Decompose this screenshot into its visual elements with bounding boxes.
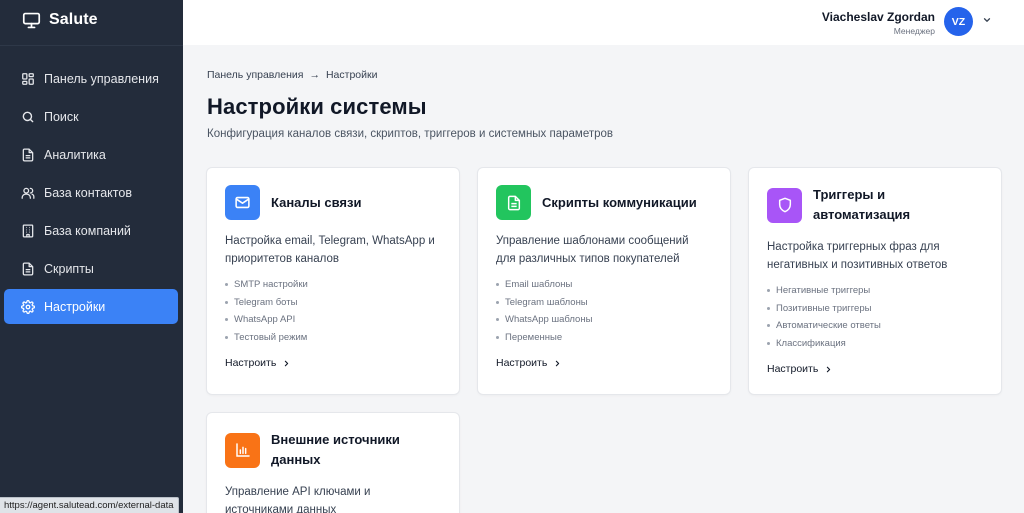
card-description-line: приоритетов каналов xyxy=(225,253,340,265)
feature-list: Негативные триггеры Позитивные триггеры … xyxy=(767,282,881,352)
configure-label: Настроить xyxy=(767,363,819,375)
card-title-line: данных xyxy=(271,452,321,467)
card-icon-box xyxy=(496,185,531,220)
chevron-right-icon xyxy=(285,360,289,366)
bar-chart-icon xyxy=(235,443,250,457)
feature-item: Тестовый режим xyxy=(225,329,308,347)
dashboard-grid-icon xyxy=(22,72,34,85)
feature-item: Автоматические ответы xyxy=(767,317,881,335)
sidebar-item-label: Аналитика xyxy=(44,147,106,162)
card-title-line: Внешние источники xyxy=(271,432,400,447)
configure-link[interactable]: Настроить xyxy=(225,357,291,369)
configure-label: Настроить xyxy=(496,357,548,369)
feature-item: Telegram боты xyxy=(225,294,308,312)
configure-link[interactable]: Настроить xyxy=(496,357,562,369)
breadcrumb-current: Настройки xyxy=(325,69,378,81)
chevron-right-icon xyxy=(827,366,831,372)
card-scripts: Скрипты коммуникации Управление шаблонам… xyxy=(477,167,731,395)
card-description: Управление API ключами и источниками дан… xyxy=(225,483,370,513)
card-title: Внешние источники данных xyxy=(271,430,400,470)
users-icon xyxy=(21,187,35,199)
sidebar-item-search[interactable]: Поиск xyxy=(4,99,178,134)
card-description-line: Управление API ключами и xyxy=(225,486,371,498)
chevron-down-icon[interactable] xyxy=(982,15,992,25)
user-name[interactable]: Viacheslav Zgordan xyxy=(822,10,935,24)
card-title: Каналы связи xyxy=(271,194,362,210)
search-icon xyxy=(22,111,34,122)
page-title: Настройки системы xyxy=(207,94,427,119)
card-description-line: Настройка триггерных фраз для xyxy=(767,241,940,253)
card-title-line: Триггеры и xyxy=(813,187,886,202)
card-title: Скрипты коммуникации xyxy=(542,194,697,210)
feature-item: Позитивные триггеры xyxy=(767,300,881,318)
user-role: Менеджер xyxy=(893,26,935,36)
breadcrumb-parent[interactable]: Панель управления xyxy=(207,69,303,81)
chevron-right-icon xyxy=(556,360,560,366)
card-description-line: негативных и позитивных ответов xyxy=(767,259,948,271)
sidebar-item-settings[interactable]: Настройки xyxy=(4,289,178,324)
sidebar-item-label: База компаний xyxy=(44,223,131,238)
sidebar-item-label: База контактов xyxy=(44,185,132,200)
feature-list: SMTP настройки Telegram боты WhatsApp AP… xyxy=(225,276,308,346)
feature-item: WhatsApp шаблоны xyxy=(496,311,592,329)
card-channels: Каналы связи Настройка email, Telegram, … xyxy=(206,167,460,395)
configure-label: Настроить xyxy=(225,357,277,369)
card-external-data: Внешние источники данных Управление API … xyxy=(206,412,460,513)
card-description: Настройка триггерных фраз для негативных… xyxy=(767,238,947,274)
configure-link[interactable]: Настроить xyxy=(767,363,833,375)
feature-item: Переменные xyxy=(496,329,592,347)
sidebar-item-dashboard[interactable]: Панель управления xyxy=(4,61,178,96)
status-bar-url: https://agent.salutead.com/external-data xyxy=(0,497,179,513)
app-name: Salute xyxy=(49,11,98,28)
feature-item: Email шаблоны xyxy=(496,276,592,294)
card-title: Триггеры и автоматизация xyxy=(813,185,910,225)
gear-icon xyxy=(21,299,35,314)
card-description-line: источниками данных xyxy=(225,504,337,513)
feature-item: Классификация xyxy=(767,335,881,353)
feature-item: SMTP настройки xyxy=(225,276,308,294)
card-icon-box xyxy=(225,432,260,468)
card-header: Внешние источники данных xyxy=(225,430,400,470)
sidebar-item-scripts[interactable]: Скрипты xyxy=(4,251,178,286)
main-content: Панель управления → Настройки Настройки … xyxy=(183,45,1024,513)
breadcrumb-separator: → xyxy=(309,69,320,81)
card-header: Скрипты коммуникации xyxy=(496,185,697,220)
avatar[interactable]: VZ xyxy=(944,7,973,36)
sidebar-item-label: Настройки xyxy=(44,299,106,314)
card-icon-box xyxy=(225,185,260,220)
card-description-line: для различных типов покупателей xyxy=(496,253,680,265)
feature-item: Негативные триггеры xyxy=(767,282,881,300)
sidebar-item-companies[interactable]: База компаний xyxy=(4,213,178,248)
sidebar-item-label: Панель управления xyxy=(44,71,159,86)
shield-icon xyxy=(778,197,791,213)
card-header: Триггеры и автоматизация xyxy=(767,185,910,225)
card-description: Управление шаблонами сообщений для разли… xyxy=(496,232,689,268)
feature-item: Telegram шаблоны xyxy=(496,294,592,312)
card-description-line: Управление шаблонами сообщений xyxy=(496,235,689,247)
file-text-icon xyxy=(507,195,520,210)
card-title-line: автоматизация xyxy=(813,207,911,222)
brand-logo[interactable]: Salute xyxy=(22,11,98,29)
sidebar-divider xyxy=(0,45,183,46)
sidebar-item-label: Поиск xyxy=(44,109,79,124)
building-icon xyxy=(22,224,34,237)
monitor-icon xyxy=(22,12,41,28)
document-icon xyxy=(22,262,34,275)
card-description: Настройка email, Telegram, WhatsApp и пр… xyxy=(225,232,435,268)
sidebar-nav: Панель управления Поиск Аналитика База к… xyxy=(4,61,178,327)
card-description-line: Настройка email, Telegram, WhatsApp и xyxy=(225,235,435,247)
feature-item: WhatsApp API xyxy=(225,311,308,329)
page-subtitle: Конфигурация каналов связи, скриптов, тр… xyxy=(207,128,614,140)
card-header: Каналы связи xyxy=(225,185,361,220)
breadcrumb: Панель управления → Настройки xyxy=(207,69,377,81)
mail-icon xyxy=(235,196,250,209)
sidebar-item-analytics[interactable]: Аналитика xyxy=(4,137,178,172)
feature-list: Email шаблоны Telegram шаблоны WhatsApp … xyxy=(496,276,592,346)
card-triggers: Триггеры и автоматизация Настройка тригг… xyxy=(748,167,1002,395)
sidebar-item-label: Скрипты xyxy=(44,261,94,276)
card-icon-box xyxy=(767,187,802,223)
sidebar: Salute Панель управления Поиск Аналитика… xyxy=(0,0,183,513)
document-icon xyxy=(22,148,34,161)
sidebar-item-contacts[interactable]: База контактов xyxy=(4,175,178,210)
